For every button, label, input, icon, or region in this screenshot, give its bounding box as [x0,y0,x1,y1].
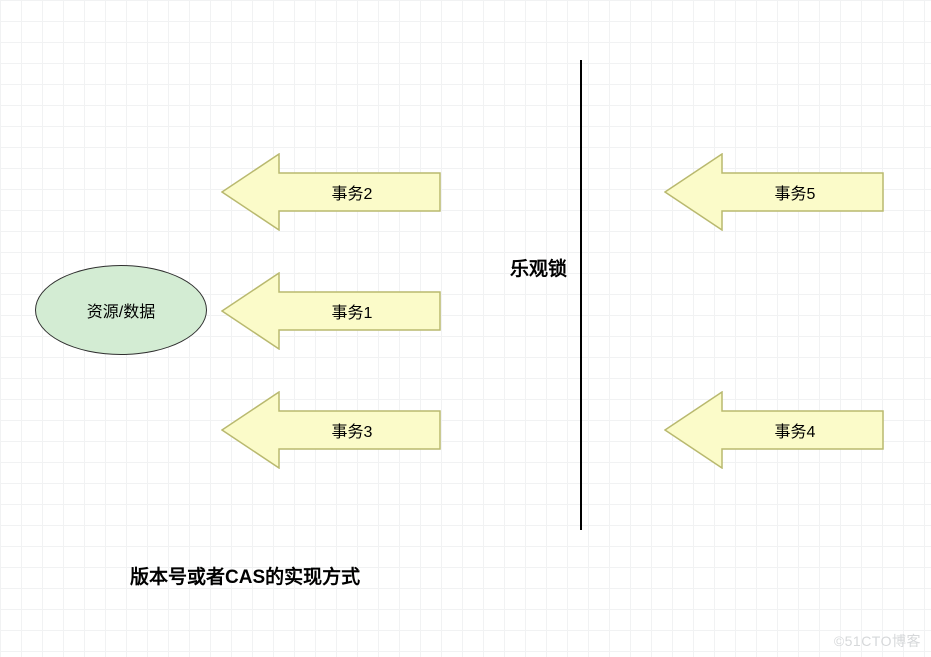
arrow-task-1: 事务1 [221,272,441,350]
arrow-label: 事务5 [775,180,816,204]
resource-label: 资源/数据 [87,298,155,322]
arrow-task-4: 事务4 [664,391,884,469]
arrow-task-5: 事务5 [664,153,884,231]
arrow-task-3: 事务3 [221,391,441,469]
lock-title: 乐观锁 [510,254,567,281]
arrow-label: 事务4 [775,418,816,442]
watermark: ©51CTO博客 [834,631,921,651]
arrow-label: 事务3 [332,418,373,442]
arrow-label: 事务2 [332,180,373,204]
arrow-label: 事务1 [332,299,373,323]
separator-line [580,60,582,530]
resource-ellipse: 资源/数据 [35,265,207,355]
method-caption: 版本号或者CAS的实现方式 [130,562,360,589]
arrow-task-2: 事务2 [221,153,441,231]
